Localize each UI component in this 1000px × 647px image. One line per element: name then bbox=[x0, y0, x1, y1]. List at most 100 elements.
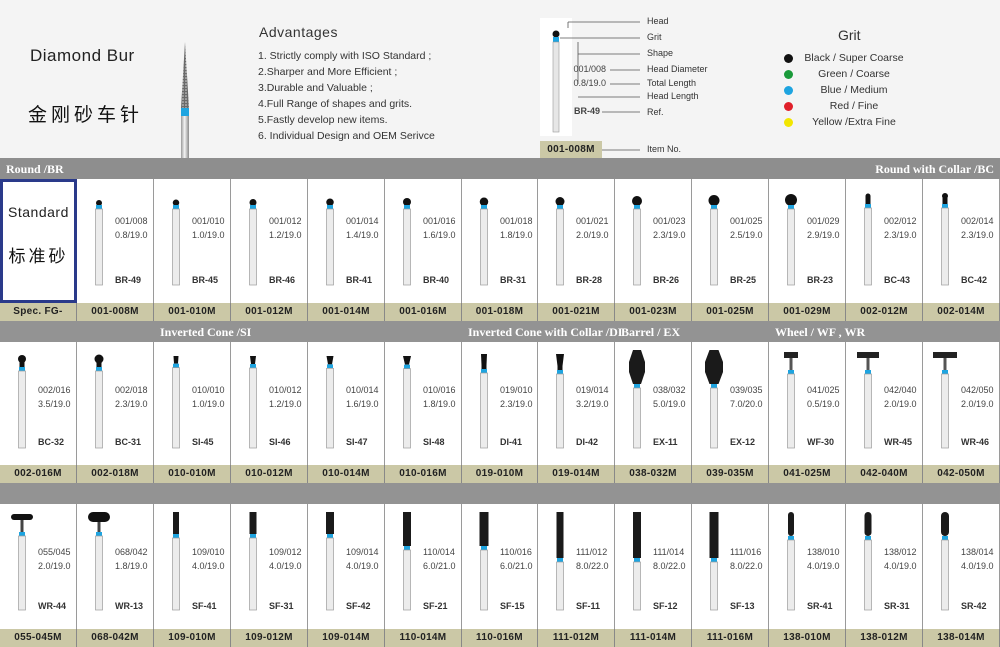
bur-spec-head: 038/032 bbox=[653, 385, 686, 395]
bur-image bbox=[933, 352, 957, 449]
grit-legend-item: Black / Super Coarse bbox=[784, 52, 924, 66]
legend-example-ref: BR-49 bbox=[573, 106, 600, 116]
bur-spec-length: 2.3/19.0 bbox=[115, 399, 148, 409]
bur-ref: SF-15 bbox=[500, 601, 525, 611]
bur-cell: 001/012 1.2/19.0 BR-46 bbox=[231, 179, 308, 303]
bur-spec-length: 4.0/19.0 bbox=[961, 561, 994, 571]
bur-spec-length: 2.3/19.0 bbox=[884, 230, 917, 240]
bur-spec-length: 4.0/19.0 bbox=[807, 561, 840, 571]
bur-spec-length: 8.0/22.0 bbox=[576, 561, 609, 571]
bur-spec-head: 039/035 bbox=[730, 385, 763, 395]
bur-spec-length: 2.9/19.0 bbox=[807, 230, 840, 240]
item-code: 001-008M bbox=[77, 303, 154, 321]
bur-ref: BR-31 bbox=[500, 275, 527, 285]
bur-image bbox=[785, 194, 797, 286]
bur-cell: 041/025 0.5/19.0 WF-30 bbox=[769, 342, 846, 465]
bur-spec-length: 2.0/19.0 bbox=[884, 399, 917, 409]
item-code: 019-014M bbox=[538, 465, 615, 483]
item-code: 001-021M bbox=[538, 303, 615, 321]
bur-image bbox=[941, 512, 949, 611]
bur-spec-head: 109/012 bbox=[269, 547, 302, 557]
item-code: 002-012M bbox=[846, 303, 923, 321]
bur-image bbox=[787, 512, 795, 611]
bur-spec-length: 1.2/19.0 bbox=[269, 399, 302, 409]
bur-ref: SR-41 bbox=[807, 601, 833, 611]
item-code: 001-010M bbox=[154, 303, 231, 321]
bur-spec-length: 2.3/19.0 bbox=[961, 230, 994, 240]
bur-image bbox=[172, 512, 180, 611]
item-code: 010-016M bbox=[385, 465, 462, 483]
bur-spec-head: 138/014 bbox=[961, 547, 994, 557]
item-code: 111-016M bbox=[692, 629, 769, 647]
bur-image bbox=[403, 198, 411, 286]
bur-image bbox=[864, 193, 872, 286]
legend-label-ref: Ref. bbox=[647, 107, 664, 117]
bur-spec-length: 3.5/19.0 bbox=[38, 399, 71, 409]
bur-cell: 111/012 8.0/22.0 SF-11 bbox=[538, 504, 615, 629]
item-code: 110-014M bbox=[385, 629, 462, 647]
bur-spec-length: 6.0/21.0 bbox=[500, 561, 533, 571]
category-label: Wheel / WF , WR bbox=[775, 325, 866, 339]
bur-ref: EX-11 bbox=[653, 437, 678, 447]
bur-cell: 010/016 1.8/19.0 SI-48 bbox=[385, 342, 462, 465]
grit-legend-item: Red / Fine bbox=[784, 100, 924, 114]
bur-spec-head: 001/021 bbox=[576, 216, 609, 226]
bur-spec-head: 109/010 bbox=[192, 547, 225, 557]
bur-cell: 138/014 4.0/19.0 SR-42 bbox=[923, 504, 1000, 629]
bur-image bbox=[632, 196, 642, 286]
category-label: Inverted Cone with Collar /DI bbox=[468, 325, 623, 339]
advantage-item: 1. Strictly comply with ISO Standard ; bbox=[258, 50, 432, 62]
bur-image bbox=[249, 512, 257, 611]
standard-box: Standard 标准砂 bbox=[0, 179, 77, 303]
item-code: 138-014M bbox=[923, 629, 1000, 647]
advantages-list: 1. Strictly comply with ISO Standard ; 2… bbox=[258, 48, 435, 144]
bur-spec-length: 4.0/19.0 bbox=[346, 561, 379, 571]
legend-label-shape: Shape bbox=[647, 48, 674, 58]
bur-spec-head: 042/050 bbox=[961, 385, 994, 395]
bur-ref: SF-12 bbox=[653, 601, 678, 611]
category-band bbox=[0, 158, 1000, 179]
item-code: 109-010M bbox=[154, 629, 231, 647]
item-code: 002-018M bbox=[77, 465, 154, 483]
category-label: Round /BR bbox=[6, 162, 64, 176]
bur-image bbox=[629, 350, 645, 449]
bur-spec-head: 111/016 bbox=[730, 547, 762, 557]
item-code: 111-012M bbox=[538, 629, 615, 647]
legend-label-head: Head bbox=[647, 16, 669, 26]
bur-spec-length: 6.0/21.0 bbox=[423, 561, 456, 571]
bur-cell: 138/012 4.0/19.0 SR-31 bbox=[846, 504, 923, 629]
bur-ref: SR-42 bbox=[961, 601, 987, 611]
item-code: 001-029M bbox=[769, 303, 846, 321]
bur-spec-head: 002/012 bbox=[884, 216, 917, 226]
bur-spec-length: 4.0/19.0 bbox=[269, 561, 302, 571]
bur-spec-length: 4.0/19.0 bbox=[192, 561, 225, 571]
bur-cell: 001/029 2.9/19.0 BR-23 bbox=[769, 179, 846, 303]
bur-spec-head: 010/016 bbox=[423, 385, 456, 395]
bur-ref: SF-42 bbox=[346, 601, 371, 611]
bur-spec-head: 001/016 bbox=[423, 216, 456, 226]
bur-spec-length: 0.8/19.0 bbox=[115, 230, 148, 240]
item-code: 002-014M bbox=[923, 303, 1000, 321]
item-code: 055-045M bbox=[0, 629, 77, 647]
bur-ref: SF-11 bbox=[576, 601, 601, 611]
bur-ref: SI-46 bbox=[269, 437, 291, 447]
category-label: Inverted Cone /SI bbox=[160, 325, 252, 339]
bur-spec-head: 055/045 bbox=[38, 547, 71, 557]
bur-spec-head: 010/014 bbox=[346, 385, 379, 395]
bur-spec-head: 138/012 bbox=[884, 547, 917, 557]
bur-ref: BC-31 bbox=[115, 437, 142, 447]
item-code: 019-010M bbox=[462, 465, 538, 483]
bur-image bbox=[88, 512, 110, 611]
bur-image bbox=[11, 514, 33, 611]
bur-spec-head: 010/010 bbox=[192, 385, 225, 395]
bur-ref: BC-43 bbox=[884, 275, 911, 285]
item-code: 001-025M bbox=[692, 303, 769, 321]
bur-image bbox=[18, 355, 26, 449]
bur-cell: 002/016 3.5/19.0 BC-32 bbox=[0, 342, 77, 465]
advantage-item: 5.Fastly develop new items. bbox=[258, 114, 388, 126]
bur-cell: 055/045 2.0/19.0 WR-44 bbox=[0, 504, 77, 629]
bur-spec-head: 109/014 bbox=[346, 547, 379, 557]
item-code: 039-035M bbox=[692, 465, 769, 483]
bur-cell: 001/021 2.0/19.0 BR-28 bbox=[538, 179, 615, 303]
bur-cell: 001/016 1.6/19.0 BR-40 bbox=[385, 179, 462, 303]
